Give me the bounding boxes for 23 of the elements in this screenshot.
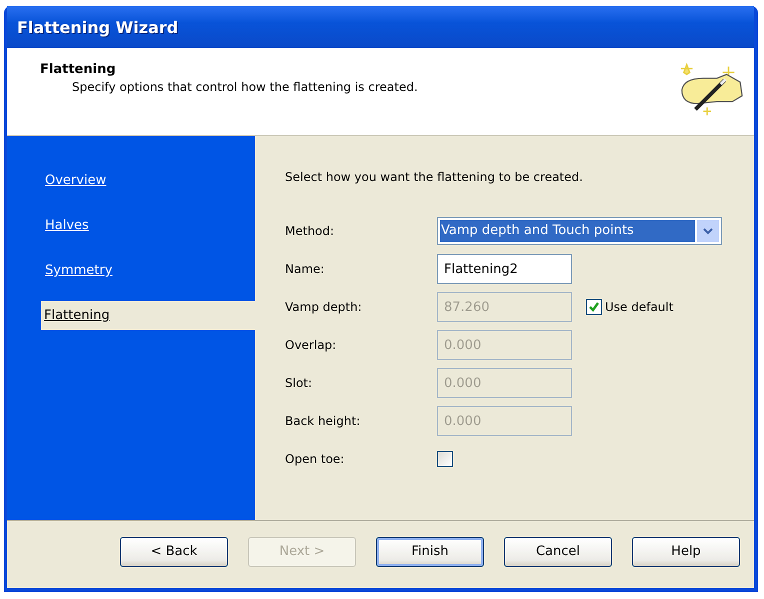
checkbox-label: Use default xyxy=(605,300,674,314)
field-label: Open toe: xyxy=(285,452,346,466)
field-label: Overlap: xyxy=(285,338,338,352)
dialog-button[interactable]: Help xyxy=(632,536,740,566)
dialog-button[interactable]: Finish xyxy=(376,536,484,566)
instruction-text: Select how you want the flattening to be created. xyxy=(285,170,584,186)
field-label: Vamp depth: xyxy=(285,300,363,314)
chevron-down-icon xyxy=(703,227,713,235)
dialog-button[interactable]: Cancel xyxy=(504,536,612,566)
dialog-button[interactable]: < Back xyxy=(120,536,228,566)
field-label: Method: xyxy=(285,224,336,238)
field-label: Name: xyxy=(285,262,326,276)
sidebar-link[interactable]: Halves xyxy=(45,215,89,260)
header-subtitle: Specify options that control how the flattening is created. xyxy=(71,80,418,94)
field-label: Slot: xyxy=(285,376,314,390)
sidebar-link[interactable]: Flattening xyxy=(41,301,255,330)
checkbox[interactable] xyxy=(437,451,453,467)
input-field[interactable]: Flattening2 xyxy=(437,254,572,284)
window-title: Flattening Wizard xyxy=(17,18,178,36)
sidebar-link[interactable]: Overview xyxy=(45,170,106,215)
field-label: Back height: xyxy=(285,414,362,428)
method-dropdown[interactable]: Vamp depth and Touch points xyxy=(437,217,722,245)
header-title: Flattening xyxy=(40,62,117,77)
